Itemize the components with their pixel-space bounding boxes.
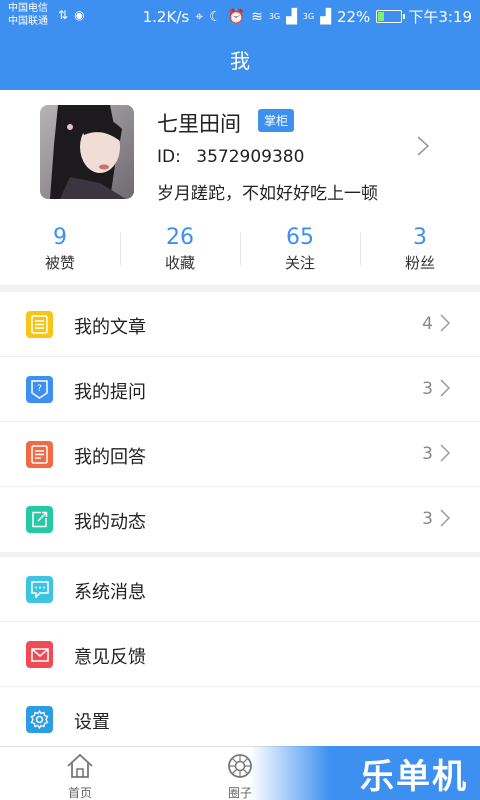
- menu-item-count: 4: [422, 314, 433, 334]
- menu-item-count: 3: [422, 379, 433, 399]
- moon-icon: ☾: [209, 8, 222, 25]
- menu-item-label: 我的文章: [74, 317, 146, 338]
- stat-following[interactable]: 65 关注: [240, 215, 360, 285]
- chevron-right-icon: [440, 314, 451, 336]
- user-id: ID: 3572909380: [157, 147, 304, 167]
- carrier-1: 中国电信: [8, 3, 48, 14]
- stat-value: 26: [166, 225, 194, 250]
- stat-label: 被赞: [44, 254, 75, 272]
- stat-value: 9: [53, 225, 67, 250]
- network-type-2: 3G: [302, 12, 315, 21]
- chevron-right-icon: [416, 135, 430, 161]
- menu-item-system-messages[interactable]: 系统消息: [0, 557, 480, 622]
- user-name: 七里田间: [157, 112, 241, 136]
- menu-item-label: 意见反馈: [74, 647, 146, 668]
- page-title: 我: [230, 49, 250, 73]
- menu-item-my-articles[interactable]: 我的文章 4: [0, 292, 480, 357]
- stat-value: 65: [286, 225, 314, 250]
- signal-icon: ▟: [320, 8, 331, 25]
- tab-home[interactable]: 首页: [40, 747, 120, 800]
- question-icon: ?: [26, 376, 53, 403]
- battery-icon: [376, 10, 406, 23]
- stat-value: 3: [413, 225, 427, 250]
- avatar[interactable]: [40, 105, 134, 199]
- carrier-2: 中国联通: [8, 16, 48, 27]
- stat-label: 收藏: [164, 254, 195, 272]
- network-speed: 1.2K/s: [142, 7, 190, 26]
- activity-icon: [26, 506, 53, 533]
- article-icon: [26, 311, 53, 338]
- menu-primary: 我的文章 4 ? 我的提问 3 我的回答 3 我的动态 3: [0, 292, 480, 552]
- watermark: 乐单机: [250, 746, 480, 800]
- menu-item-label: 设置: [74, 712, 110, 733]
- home-icon: [67, 753, 93, 778]
- status-bar: 中国电信 中国联通 ⇅ ◉ 1.2K/s ⌖ ☾ ⏰ ≋ 3G ▟ 3G ▟ 2…: [0, 0, 480, 32]
- usb-icon: ⇅: [58, 8, 69, 22]
- clock: 下午3:19: [408, 8, 472, 26]
- menu-item-my-answers[interactable]: 我的回答 3: [0, 422, 480, 487]
- stat-likes[interactable]: 9 被赞: [0, 215, 120, 285]
- settings-icon: [26, 706, 53, 733]
- battery-fill: [378, 12, 384, 21]
- menu-item-my-questions[interactable]: ? 我的提问 3: [0, 357, 480, 422]
- menu-item-label: 我的动态: [74, 512, 146, 533]
- user-motto: 岁月蹉跎，不如好好吃上一顿: [157, 184, 378, 204]
- stat-label: 关注: [284, 254, 315, 272]
- menu-item-my-activity[interactable]: 我的动态 3: [0, 487, 480, 552]
- mail-icon: [26, 641, 53, 668]
- menu-item-label: 系统消息: [74, 582, 146, 603]
- chevron-right-icon: [440, 444, 451, 466]
- svg-text:?: ?: [37, 384, 42, 394]
- stats-bar: 9 被赞 26 收藏 65 关注 3 粉丝: [0, 215, 480, 285]
- user-badge: 掌柜: [258, 109, 295, 132]
- status-right: 1.2K/s ⌖ ☾ ⏰ ≋ 3G ▟ 3G ▟ 22% 下午3:19: [143, 6, 472, 27]
- watermark-text: 乐单机: [360, 757, 468, 797]
- menu-secondary: 系统消息 意见反馈 设置: [0, 557, 480, 752]
- signal-icon: ▟: [286, 8, 297, 25]
- stat-fans[interactable]: 3 粉丝: [360, 215, 480, 285]
- alarm-icon: ⏰: [227, 8, 246, 25]
- stat-label: 粉丝: [404, 254, 435, 272]
- answer-icon: [26, 441, 53, 468]
- carrier-info: 中国电信 中国联通: [8, 2, 48, 28]
- page-header: 我: [0, 32, 480, 90]
- network-type-1: 3G: [268, 12, 281, 21]
- menu-item-label: 我的回答: [74, 447, 146, 468]
- menu-item-feedback[interactable]: 意见反馈: [0, 622, 480, 687]
- chevron-right-icon: [440, 379, 451, 401]
- battery-percent: 22%: [336, 7, 371, 26]
- user-id-value: 3572909380: [196, 147, 305, 167]
- profile-card[interactable]: 七里田间 掌柜 ID: 3572909380 岁月蹉跎，不如好好吃上一顿: [0, 90, 480, 215]
- wifi-icon: ≋: [251, 8, 263, 25]
- notification-icons: ⇅ ◉: [58, 8, 85, 22]
- message-icon: [26, 576, 53, 603]
- chevron-right-icon: [440, 509, 451, 531]
- menu-item-label: 我的提问: [74, 382, 146, 403]
- menu-item-count: 3: [422, 509, 433, 529]
- stat-favorites[interactable]: 26 收藏: [120, 215, 240, 285]
- weibo-icon: ◉: [74, 8, 85, 22]
- menu-item-settings[interactable]: 设置: [0, 687, 480, 752]
- tab-label: 首页: [67, 786, 92, 800]
- location-icon: ⌖: [195, 8, 204, 25]
- user-id-label: ID:: [157, 147, 181, 167]
- menu-item-count: 3: [422, 444, 433, 464]
